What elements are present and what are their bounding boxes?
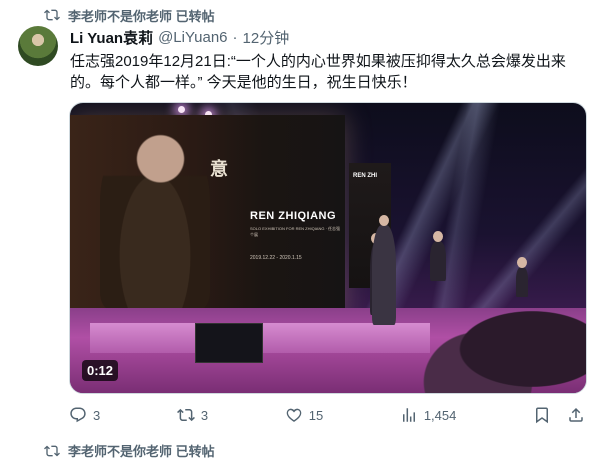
screen-subtitle: SOLO EXHIBITION FOR REN ZHIQIANG · 任志强个展 — [250, 226, 341, 237]
tweet-actions: 3 3 15 1,454 — [69, 404, 585, 426]
stage-figure — [430, 231, 446, 281]
bookmark-icon — [535, 407, 548, 424]
reply-icon — [70, 407, 86, 423]
audience-silhouette — [406, 283, 586, 393]
share-icon — [569, 407, 583, 422]
author-handle[interactable]: @LiYuan6 — [158, 29, 227, 46]
bar-chart-icon — [402, 408, 415, 422]
repost-indicator[interactable]: 李老师不是你老师 已转帖 — [44, 6, 215, 24]
stage-light — [178, 106, 185, 113]
reply-count: 3 — [93, 407, 101, 423]
avatar[interactable] — [18, 26, 58, 66]
tweet-header: Li Yuan袁莉 @LiYuan6 · 12分钟 — [70, 27, 289, 48]
like-button[interactable]: 15 — [285, 406, 323, 424]
bookmark-button[interactable] — [533, 406, 551, 424]
repost-icon — [44, 9, 60, 21]
repost-icon — [176, 408, 195, 422]
next-repost-indicator[interactable]: 李老师不是你老师 已转帖 — [44, 441, 215, 460]
video-duration: 0:12 — [82, 360, 119, 381]
screen-date: 2019.12.22 - 2020.1.15 — [250, 255, 302, 261]
screen-title: REN ZHIQIANG — [250, 210, 337, 222]
speaker-box — [195, 323, 263, 363]
speaker-figure — [372, 215, 396, 325]
reply-button[interactable]: 3 — [69, 406, 100, 424]
repost-label: 李老师不是你老师 已转帖 — [68, 8, 215, 24]
like-count: 15 — [308, 407, 324, 423]
calligraphy-art: 意 — [210, 159, 228, 179]
repost-button[interactable]: 3 — [176, 406, 209, 424]
tweet-time[interactable]: 12分钟 — [243, 27, 290, 48]
views-button[interactable]: 1,454 — [400, 406, 457, 424]
repost-count: 3 — [200, 407, 209, 423]
video-player[interactable]: 意 REN ZHIQIANG SOLO EXHIBITION FOR REN Z… — [69, 102, 587, 394]
separator-dot: · — [232, 29, 238, 46]
exhibition-screen: 意 REN ZHIQIANG SOLO EXHIBITION FOR REN Z… — [70, 115, 345, 317]
author-name[interactable]: Li Yuan袁莉 — [70, 27, 153, 48]
share-button[interactable] — [567, 406, 585, 424]
repost-icon — [44, 445, 60, 456]
next-repost-label: 李老师不是你老师 已转帖 — [68, 444, 215, 459]
tweet-text: 任志强2019年12月21日:“一个人的内心世界如果被压抑得太久总会爆发出来的。… — [70, 53, 566, 91]
side-screen-text: REN ZHI — [353, 173, 377, 179]
view-count: 1,454 — [423, 407, 457, 423]
heart-icon — [286, 408, 301, 422]
portrait-image — [100, 130, 210, 310]
